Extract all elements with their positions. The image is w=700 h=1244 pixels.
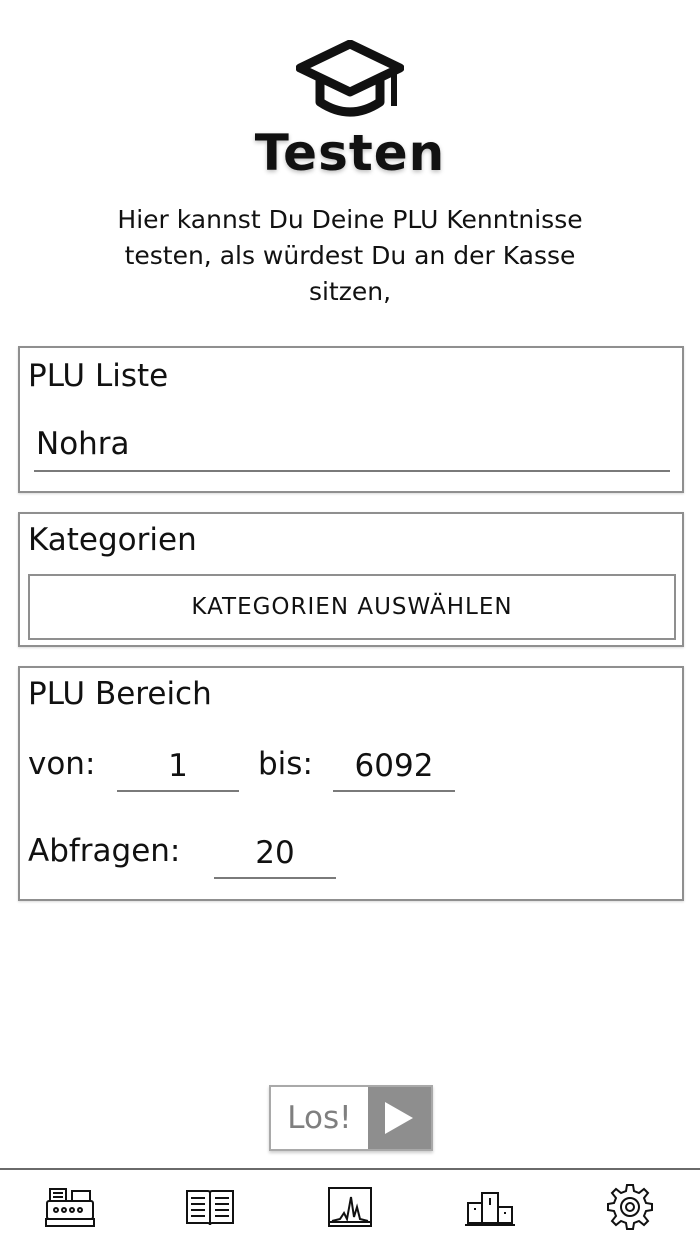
bottom-nav [0,1168,700,1244]
plu-liste-card: PLU Liste Nohra [18,346,684,493]
bis-label: bis: [258,746,313,782]
abfragen-label: Abfragen: [28,833,181,869]
los-button[interactable]: Los! [269,1085,433,1151]
book-icon [186,1190,234,1226]
kategorien-title: Kategorien [28,522,197,558]
kategorien-card: Kategorien KATEGORIEN AUSWÄHLEN [18,512,684,647]
abfragen-input[interactable]: 20 [214,835,336,879]
nav-rangliste[interactable] [460,1177,520,1237]
intro-text: Hier kannst Du Deine PLU Kenntnisse test… [117,205,583,306]
graduation-cap-icon [296,40,404,117]
nav-einstellungen[interactable] [600,1177,660,1237]
von-input[interactable]: 1 [117,748,239,792]
page-title: Testen [254,124,446,182]
nav-lernen[interactable] [180,1177,240,1237]
nav-statistik[interactable] [320,1177,380,1237]
von-label: von: [28,746,96,782]
kategorien-auswaehlen-button[interactable]: KATEGORIEN AUSWÄHLEN [28,574,676,640]
podium-icon [465,1192,515,1226]
chart-icon [328,1187,372,1227]
plu-bereich-card: PLU Bereich von: 1 bis: 6092 Abfragen: 2… [18,666,684,901]
plu-liste-select[interactable]: Nohra [34,426,670,472]
plu-liste-title: PLU Liste [28,358,169,394]
cash-register-icon [45,1188,95,1227]
gear-icon [607,1184,653,1230]
los-label: Los! [287,1100,352,1136]
bis-input[interactable]: 6092 [333,748,455,792]
plu-bereich-title: PLU Bereich [28,676,212,712]
testen-screen: Testen Hier kannst Du Deine PLU Kenntnis… [0,0,700,1244]
play-icon [367,1087,431,1149]
nav-kasse[interactable] [40,1177,100,1237]
